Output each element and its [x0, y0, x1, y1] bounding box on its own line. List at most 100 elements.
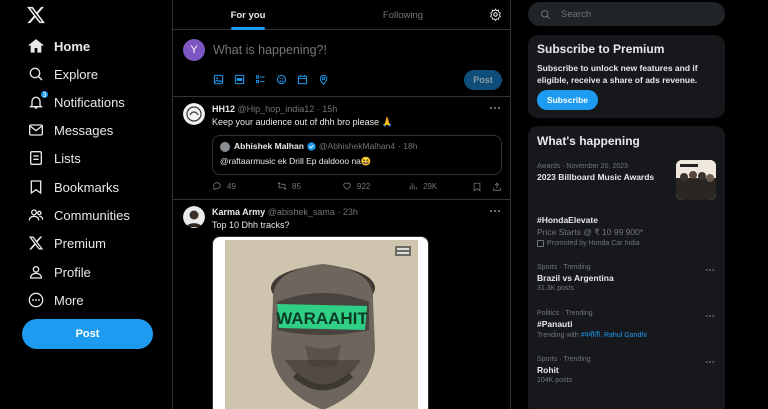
nav-communities[interactable]: Communities — [28, 203, 130, 227]
person-icon — [29, 266, 43, 279]
bell-icon-wrap: 3 — [28, 90, 49, 110]
nav-explore-label: Explore — [54, 66, 99, 82]
tweet-author-handle[interactable]: @abishek_sama — [268, 207, 335, 217]
nav-messages[interactable]: Messages — [28, 118, 113, 142]
tab-following[interactable]: Following — [363, 0, 443, 30]
repost-button[interactable]: 85 — [277, 181, 301, 191]
share-icon[interactable] — [492, 182, 502, 192]
search-bar[interactable] — [528, 2, 725, 26]
trend-item[interactable]: Sports · Trending Rohit 104K posts — [537, 356, 717, 384]
avatar[interactable]: Y — [183, 39, 205, 61]
subscribe-button[interactable]: Subscribe — [537, 90, 598, 110]
views-icon — [409, 183, 417, 190]
views-count: 29K — [423, 181, 438, 191]
trend-post-count: 104K posts — [537, 377, 573, 384]
nav-notifications-label: Notifications — [54, 94, 125, 110]
avatar-image — [183, 103, 205, 125]
like-count: 922 — [357, 181, 371, 191]
like-button[interactable]: 922 — [342, 181, 370, 191]
tweet-author-name[interactable]: Karma Army — [212, 207, 265, 217]
album-face-illustration: WARAAHIT — [271, 246, 411, 409]
poll-icon[interactable] — [255, 74, 266, 85]
search-icon — [29, 67, 43, 81]
tweet-author-name[interactable]: HH12 — [212, 104, 235, 114]
more-circle-icon — [28, 292, 44, 308]
nav-premium[interactable]: Premium — [28, 231, 106, 255]
nav-premium-label: Premium — [54, 235, 107, 251]
x-logo-icon — [28, 236, 44, 250]
x-logo-icon[interactable] — [26, 5, 46, 25]
premium-title: Subscribe to Premium — [537, 42, 665, 56]
quoted-timestamp: · 18h — [398, 141, 418, 151]
nav-home-label: Home — [54, 38, 91, 54]
quoted-author-name: Abhishek Malhan — [234, 141, 304, 151]
heart-icon — [343, 182, 351, 190]
nav-more[interactable]: More — [28, 288, 84, 312]
tweet-text: Top 10 Dhh tracks? — [212, 220, 290, 230]
location-icon[interactable] — [318, 74, 329, 85]
compose-toolbar — [213, 74, 339, 85]
trend-item[interactable]: Sports · Trending Brazil vs Argentina 31… — [537, 264, 717, 292]
quoted-avatar — [220, 142, 230, 152]
more-options-icon[interactable] — [705, 360, 715, 364]
event-thumbnail[interactable] — [676, 160, 716, 200]
more-options-icon[interactable] — [705, 314, 715, 318]
compose-input[interactable] — [213, 42, 463, 58]
repost-icon — [277, 182, 287, 190]
tweet-media-image[interactable]: WARAAHIT — [212, 236, 429, 409]
schedule-icon[interactable] — [297, 74, 308, 85]
more-options-icon[interactable] — [705, 268, 715, 272]
promoted-by-text: Promoted by Honda Car India — [547, 240, 640, 247]
trending-with-links[interactable]: #पनौती, Rahul Gandhi — [581, 332, 647, 339]
more-options-icon[interactable] — [489, 105, 501, 111]
nav-lists[interactable]: Lists — [28, 146, 81, 170]
promoted-trend-item[interactable]: #HondaElevate Price Starts @ ₹ 10 99 900… — [537, 215, 717, 247]
reply-button[interactable]: 49 — [212, 181, 236, 191]
search-input[interactable] — [561, 8, 711, 20]
reply-icon — [213, 182, 221, 191]
tweet-timestamp[interactable]: · 15h — [317, 104, 338, 114]
bookmark-icon[interactable] — [472, 182, 482, 192]
trend-title: #Panauti — [537, 319, 573, 329]
nav-bookmarks[interactable]: Bookmarks — [28, 175, 119, 199]
list-icon — [30, 151, 42, 165]
gif-icon[interactable] — [234, 74, 245, 85]
tab-for-you[interactable]: For you — [213, 0, 283, 30]
trend-title: Rohit — [537, 365, 559, 375]
trend-meta: Sports · Trending — [537, 264, 591, 271]
nav-explore[interactable]: Explore — [28, 62, 98, 86]
avatar-image — [183, 206, 205, 228]
quoted-tweet[interactable]: Abhishek Malhan @AbhishekMalhan4 · 18h @… — [212, 135, 502, 175]
emoji-icon[interactable] — [276, 74, 287, 85]
mail-icon — [29, 124, 43, 136]
album-title-text: WARAAHIT — [276, 309, 368, 328]
views-button[interactable]: 29K — [408, 181, 437, 191]
tweet-text: Keep your audience out of dhh bro please… — [212, 117, 393, 127]
promoted-price: Price Starts @ ₹ 10 99 900* — [537, 227, 644, 237]
tweet-timestamp[interactable]: · 23h — [337, 207, 358, 217]
compose-post-button[interactable]: Post — [464, 70, 502, 90]
tweet[interactable]: HH12 @Hip_hop_india12 · 15h Keep your au… — [173, 97, 510, 200]
notification-badge: 3 — [40, 90, 49, 99]
nav-profile[interactable]: Profile — [28, 260, 91, 284]
nav-communities-label: Communities — [54, 207, 130, 223]
timeline-tabs: For you Following — [173, 0, 510, 30]
happening-title: What's happening — [537, 134, 640, 148]
more-options-icon[interactable] — [489, 208, 501, 214]
tweet-header: Karma Army @abishek_sama · 23h — [212, 207, 358, 217]
repost-count: 85 — [292, 181, 301, 191]
trend-meta: Sports · Trending — [537, 356, 591, 363]
gear-icon[interactable] — [489, 8, 502, 21]
nav-home[interactable]: Home — [28, 34, 90, 58]
tweet-avatar[interactable] — [183, 206, 205, 228]
tweet-avatar[interactable] — [183, 103, 205, 125]
nav-messages-label: Messages — [54, 122, 114, 138]
album-cover: WARAAHIT — [225, 240, 418, 409]
tweet[interactable]: Karma Army @abishek_sama · 23h Top 10 Dh… — [173, 200, 510, 409]
tweet-author-handle[interactable]: @Hip_hop_india12 — [238, 104, 315, 114]
post-button[interactable]: Post — [22, 319, 153, 349]
trend-item[interactable]: Politics · Trending #Panauti Trending wi… — [537, 310, 717, 340]
right-sidebar: Subscribe to Premium Subscribe to unlock… — [520, 0, 768, 409]
nav-notifications[interactable]: 3 Notifications — [28, 90, 125, 114]
image-icon[interactable] — [213, 74, 224, 85]
